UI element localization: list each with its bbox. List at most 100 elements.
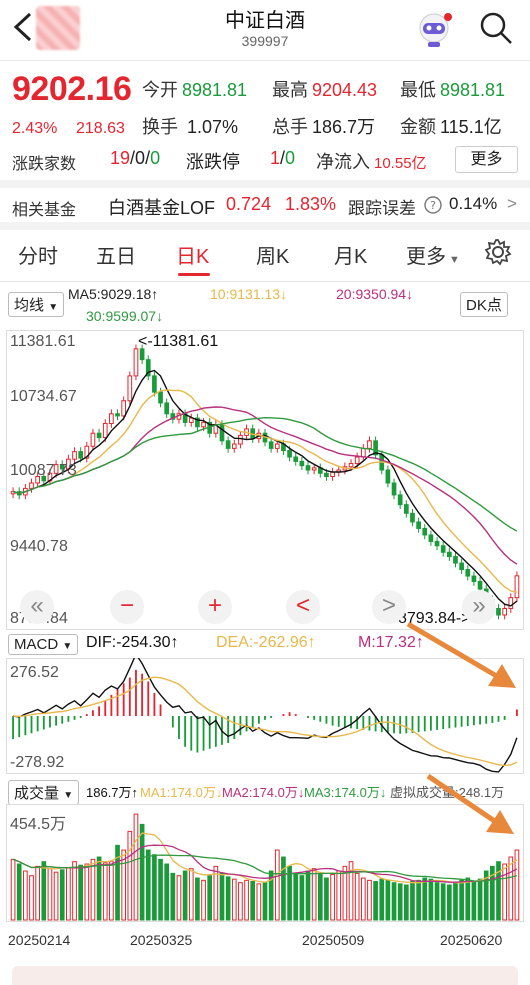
volume-bar — [207, 875, 213, 921]
volume-selector[interactable]: 成交量 ▼ — [8, 780, 80, 805]
tab-weekly-k[interactable]: 周K — [256, 240, 289, 269]
volume-bar — [225, 876, 231, 921]
breadth-up: 19 — [110, 148, 131, 168]
tab-intraday[interactable]: 分时 — [18, 240, 58, 269]
high-label: 最高 — [272, 80, 308, 100]
tab-more[interactable]: 更多 ▼ — [406, 240, 460, 269]
volume-row: 总手 186.7万 — [272, 113, 375, 139]
volume-bar — [145, 849, 151, 921]
caret-down-icon: ▼ — [63, 790, 74, 801]
volume-bar — [434, 882, 440, 921]
volume-bar — [299, 875, 305, 921]
volume-bar — [133, 813, 139, 921]
candle-body — [508, 597, 514, 610]
volume-bar — [465, 877, 471, 921]
open-value: 8981.81 — [182, 80, 248, 100]
volume-bar — [66, 867, 71, 921]
volume-bar — [440, 883, 446, 921]
volume-bar — [139, 823, 145, 921]
scroll-far-left-button[interactable]: « — [20, 590, 54, 624]
volume-bar — [72, 861, 77, 921]
volume-bar — [158, 858, 163, 921]
macd-dif: DIF:-254.30↑ — [86, 634, 179, 651]
bottom-promo-bar[interactable] — [12, 966, 518, 985]
volume-bar — [508, 856, 514, 921]
robot-assistant-icon[interactable] — [414, 10, 454, 50]
candle-body — [115, 413, 120, 417]
candle-body — [367, 440, 372, 449]
candle-body — [102, 422, 108, 439]
candle-body — [287, 450, 292, 458]
volume-bar — [336, 870, 342, 921]
volume-bar — [195, 877, 200, 921]
open-label: 今开 — [142, 80, 178, 100]
tab-five-day[interactable]: 五日 — [96, 240, 136, 269]
volume-axis-top: 454.5万 — [10, 816, 67, 833]
price-axis-3: 10087.73 — [10, 462, 77, 479]
tab-monthly-k[interactable]: 月K — [334, 240, 367, 269]
help-icon[interactable]: ? — [424, 196, 442, 214]
volume-ma3: MA3:174.0万↓ — [304, 785, 387, 800]
more-button[interactable]: 更多 — [455, 146, 518, 173]
candle-body — [440, 545, 446, 553]
volume-bar — [16, 863, 22, 921]
high-value: 9204.43 — [312, 80, 378, 100]
ma-selector[interactable]: 均线 ▼ — [8, 292, 65, 317]
candle-body — [127, 375, 133, 402]
candle-body — [121, 400, 127, 417]
scroll-left-button[interactable]: < — [286, 590, 320, 624]
volume-bar — [41, 861, 47, 921]
zoom-out-button[interactable]: − — [110, 590, 144, 624]
macd-selector[interactable]: MACD ▼ — [8, 634, 79, 655]
tracking-label: 跟踪误差 — [348, 199, 416, 218]
volume-bar — [502, 863, 507, 921]
scroll-far-right-button[interactable]: » — [462, 590, 496, 624]
dk-point-button[interactable]: DK点 — [460, 292, 508, 317]
ma5-value: MA5:9029.18↑ — [68, 286, 159, 302]
macd-axis-bottom: -278.92 — [10, 754, 65, 771]
zoom-in-button[interactable]: + — [198, 590, 232, 624]
volume-bar — [219, 872, 225, 921]
ma-selector-label: 均线 — [14, 297, 45, 314]
candle-body — [188, 417, 194, 423]
breadth-values: 19/0/0 — [110, 148, 160, 169]
active-tab-indicator — [178, 273, 210, 276]
date-label: 20250214 — [8, 932, 71, 948]
candle-body — [225, 440, 231, 449]
volume-selector-label: 成交量 — [14, 785, 60, 802]
candle-body — [354, 456, 360, 465]
volume-bar — [29, 875, 34, 921]
candle-body — [403, 504, 409, 514]
candle-body — [152, 375, 157, 393]
ma30-value: 30:9599.07↓ — [86, 308, 164, 324]
volume-bar — [53, 871, 59, 921]
volume-bar — [453, 882, 458, 921]
volume-bar — [373, 881, 378, 921]
kline-chart[interactable] — [6, 330, 524, 630]
netflow-value: 10.55亿 — [374, 155, 427, 172]
scroll-right-button[interactable]: > — [372, 590, 406, 624]
volume-bar — [287, 865, 292, 921]
max-price-note: <-11381.61 — [138, 333, 219, 350]
candle-body — [471, 575, 477, 582]
volume-bar — [403, 884, 409, 921]
fund-chevron-icon[interactable]: > — [507, 194, 517, 214]
price-axis-top: 11381.61 — [10, 333, 76, 350]
volume-bar — [496, 861, 501, 921]
volume-ma1: MA1:174.0万↓ — [140, 785, 223, 800]
candle-body — [465, 569, 471, 577]
tab-daily-k[interactable]: 日K — [176, 240, 209, 269]
fund-name[interactable]: 白酒基金LOF — [108, 194, 215, 220]
search-icon[interactable] — [478, 10, 514, 46]
fund-price: 0.724 — [226, 194, 272, 214]
limit-label: 涨跌停 — [186, 152, 240, 172]
volume-bar — [385, 879, 391, 921]
volume-bar — [281, 856, 286, 921]
breadth-label: 涨跌家数 — [12, 156, 77, 173]
candle-body — [305, 465, 311, 471]
volume-bar — [109, 861, 114, 921]
candle-body — [29, 482, 34, 489]
candle-body — [397, 494, 403, 506]
gear-icon[interactable] — [484, 238, 512, 266]
low-value: 8981.81 — [440, 80, 506, 100]
